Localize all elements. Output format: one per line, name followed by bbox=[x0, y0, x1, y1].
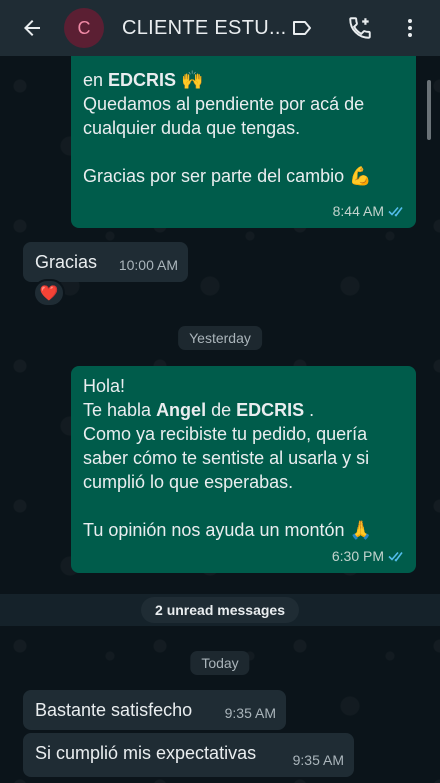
incoming-message[interactable]: Si cumplió mis expectativas 9:35 AM bbox=[23, 733, 354, 777]
message-text: Quedamos al pendiente por acá de cualqui… bbox=[83, 94, 365, 138]
message-meta: 9:35 AM bbox=[293, 748, 344, 772]
message-time: 6:30 PM bbox=[331, 548, 384, 564]
brand-name: EDCRIS bbox=[108, 70, 177, 90]
emoji: 🙌 bbox=[181, 70, 204, 90]
add-call-icon bbox=[349, 17, 371, 39]
agent-name: Angel bbox=[156, 400, 207, 420]
double-check-icon bbox=[388, 206, 403, 217]
more-options-button[interactable] bbox=[396, 14, 424, 42]
arrow-left-icon bbox=[24, 20, 40, 36]
message-line: Gracias por ser parte del cambio 💪 bbox=[83, 166, 372, 186]
message-meta: 6:30 PM bbox=[332, 544, 406, 568]
message-text: Bastante satisfecho bbox=[35, 700, 193, 720]
incoming-message[interactable]: Gracias 10:00 AM bbox=[23, 242, 188, 282]
message-line: Te habla Angel de EDCRIS . bbox=[83, 400, 315, 420]
brand-name: EDCRIS bbox=[236, 400, 305, 420]
heart-reaction-emoji: ❤️ bbox=[39, 285, 59, 302]
scrollbar-thumb[interactable] bbox=[427, 80, 431, 140]
more-vert-icon bbox=[408, 19, 412, 37]
message-line: Tu opinión nos ayuda un montón 🙏 bbox=[83, 520, 372, 540]
label-icon bbox=[293, 21, 311, 35]
date-divider: Today bbox=[190, 651, 250, 675]
outgoing-message[interactable]: Hola! Te habla Angel de EDCRIS . Como ya… bbox=[71, 366, 416, 573]
date-divider: Yesterday bbox=[178, 326, 262, 350]
reaction-badge[interactable]: ❤️ bbox=[33, 279, 65, 307]
avatar[interactable]: C bbox=[64, 8, 104, 48]
message-text: Como ya recibiste tu pedido, quería sabe… bbox=[83, 424, 370, 492]
back-button[interactable] bbox=[10, 0, 54, 56]
message-meta: 9:35 AM bbox=[225, 701, 276, 725]
outgoing-message[interactable]: en EDCRIS 🙌 Quedamos al pendiente por ac… bbox=[71, 40, 416, 228]
chat-header: C CLIENTE ESTU... bbox=[0, 0, 440, 56]
message-line: en EDCRIS 🙌 bbox=[83, 70, 204, 90]
unread-count: 2 unread messages bbox=[141, 597, 299, 623]
incoming-message[interactable]: Bastante satisfecho 9:35 AM bbox=[23, 690, 286, 730]
message-text: Si cumplió mis expectativas bbox=[35, 743, 257, 763]
message-line: Hola! bbox=[83, 376, 126, 396]
message-time: 9:35 AM bbox=[224, 705, 276, 721]
message-text: Gracias bbox=[35, 252, 98, 272]
label-button[interactable] bbox=[288, 14, 316, 42]
message-time: 8:44 AM bbox=[332, 203, 384, 219]
message-time: 9:35 AM bbox=[292, 752, 344, 768]
double-check-icon bbox=[388, 551, 403, 562]
avatar-letter: C bbox=[77, 17, 91, 38]
message-meta: 10:00 AM bbox=[119, 253, 178, 277]
emoji: 💪 bbox=[349, 166, 372, 186]
add-call-button[interactable] bbox=[346, 14, 374, 42]
message-time: 10:00 AM bbox=[118, 257, 178, 273]
unread-divider: 2 unread messages bbox=[0, 594, 440, 626]
message-meta: 8:44 AM bbox=[333, 199, 406, 223]
chat-title[interactable]: CLIENTE ESTU... bbox=[122, 17, 286, 40]
emoji: 🙏 bbox=[349, 520, 372, 540]
